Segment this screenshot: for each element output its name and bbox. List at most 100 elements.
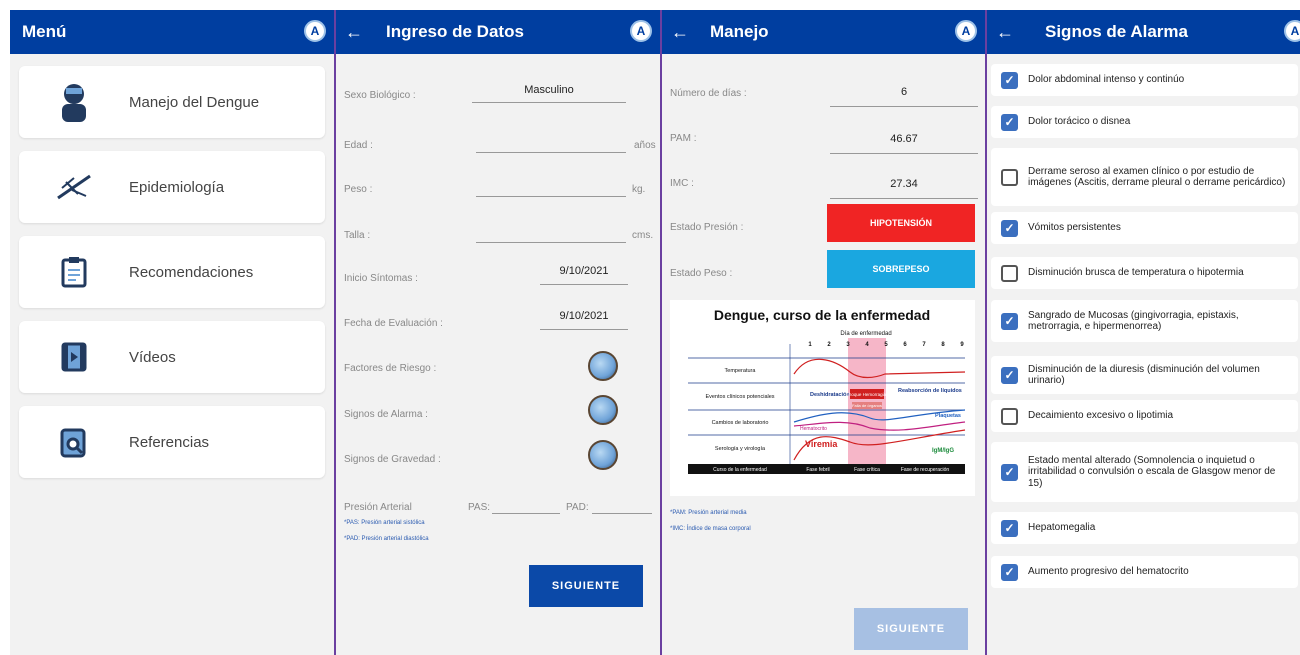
alarm-item-label: Dolor torácico o disnea <box>1028 116 1131 128</box>
edad-input[interactable] <box>476 152 626 153</box>
dengue-course-chart: Dengue, curso de la enfermedad Día de en… <box>670 300 975 496</box>
alarm-item-label: Dolor abdominal intenso y continúo <box>1028 74 1185 86</box>
alarm-item[interactable]: ✓ Sangrado de Mucosas (gingivorragia, epi… <box>991 300 1298 342</box>
checkbox[interactable]: ✓ <box>1001 312 1018 330</box>
estado-presion-label: Estado Presión : <box>670 222 744 233</box>
alarm-item[interactable]: Derrame seroso al examen clínico o por e… <box>991 148 1298 206</box>
signos-alarma-open-icon[interactable] <box>588 395 618 425</box>
siguiente-button[interactable]: SIGUIENTE <box>854 608 968 650</box>
presion-label: Presión Arterial <box>344 502 412 513</box>
peso-input[interactable] <box>476 196 626 197</box>
phase-label-critica: Fase crítica <box>854 467 880 473</box>
menu-item-label: Epidemiología <box>129 178 225 196</box>
row-label-temperatura: Temperatura <box>725 368 757 374</box>
checkbox[interactable]: ✓ <box>1001 563 1018 581</box>
dias-value: 6 <box>900 86 908 98</box>
alarm-appbar: ← Signos de Alarma A <box>987 10 1300 54</box>
day-label: 5 <box>884 342 888 348</box>
checkbox[interactable] <box>1001 264 1018 282</box>
imc-note: *IMC: Índice de masa corporal <box>670 526 751 532</box>
alarm-item[interactable]: Disminución brusca de temperatura o hipo… <box>991 257 1298 289</box>
alarm-item[interactable]: ✓ Dolor torácico o disnea <box>991 106 1298 138</box>
label-reabsorcion: Reabsorción de líquidos <box>898 388 962 394</box>
doctor-icon <box>19 82 129 122</box>
checkbox[interactable] <box>1001 407 1018 425</box>
alarm-item[interactable]: ✓ Estado mental alterado (Somnolencia o i… <box>991 442 1298 502</box>
app-logo-icon[interactable]: A <box>304 20 326 42</box>
data-entry-appbar: ← Ingreso de Datos A <box>336 10 660 54</box>
talla-row: Talla : cms. <box>344 222 654 250</box>
pam-label: PAM : <box>670 133 697 144</box>
estado-peso-badge: SOBREPESO <box>827 250 975 288</box>
menu-item-label: Recomendaciones <box>129 263 254 281</box>
checkbox[interactable]: ✓ <box>1001 113 1018 131</box>
factores-open-icon[interactable] <box>588 351 618 381</box>
fecha-date-field[interactable]: 9/10/2021 <box>540 310 628 322</box>
data-entry-screen: ← Ingreso de Datos A Sexo Biológico : Ma… <box>336 10 660 655</box>
pad-input[interactable] <box>592 513 652 514</box>
app-logo-icon[interactable]: A <box>1284 20 1300 42</box>
pam-note: *PAM: Presión arterial media <box>670 510 747 516</box>
menu-item-label: Manejo del Dengue <box>129 93 260 111</box>
menu-item-referencias[interactable]: Referencias <box>19 406 325 478</box>
label-falla: Falla de órganos <box>852 403 882 408</box>
checkbox[interactable]: ✓ <box>1001 219 1018 237</box>
alarm-item[interactable]: Decaimiento excesivo o lipotimia <box>991 400 1298 432</box>
talla-label: Talla : <box>344 230 371 241</box>
dengue-chart-svg: Dengue, curso de la enfermedad Día de en… <box>688 307 966 474</box>
alarm-item[interactable]: ✓ Hepatomegalia <box>991 512 1298 544</box>
signos-gravedad-label: Signos de Gravedad : <box>344 454 441 465</box>
chart-title: Dengue, curso de la enfermedad <box>714 307 930 323</box>
chart-days-title: Día de enfermedad <box>840 331 891 337</box>
search-book-icon <box>19 426 129 458</box>
alarm-item[interactable]: ✓ Aumento progresivo del hematocrito <box>991 556 1298 588</box>
fecha-label: Fecha de Evaluación : <box>344 318 443 329</box>
signos-gravedad-open-icon[interactable] <box>588 440 618 470</box>
presion-row: Presión Arterial PAS: PAD: <box>344 494 652 522</box>
menu-item-epidemiologia[interactable]: Epidemiología <box>19 151 325 223</box>
sexo-select[interactable]: Masculino <box>472 84 626 96</box>
siguiente-button[interactable]: SIGUIENTE <box>529 565 643 607</box>
alarm-item[interactable]: ✓ Disminución de la diuresis (disminución… <box>991 356 1298 394</box>
alarm-item-label: Estado mental alterado (Somnolencia o in… <box>1028 454 1276 489</box>
manejo-appbar: ← Manejo A <box>662 10 985 54</box>
estado-presion-badge: HIPOTENSIÓN <box>827 204 975 242</box>
menu-item-videos[interactable]: Vídeos <box>19 321 325 393</box>
row-label-serologia: Serología y virología <box>715 446 766 452</box>
label-deshidratacion: Deshidratación <box>810 392 850 398</box>
checkbox[interactable]: ✓ <box>1001 463 1018 481</box>
talla-unit: cms. <box>632 230 654 241</box>
pas-input[interactable] <box>492 513 560 514</box>
peso-label: Peso : <box>344 184 373 195</box>
alarm-signs-screen: ← Signos de Alarma A ✓ Dolor abdominal in… <box>987 10 1300 655</box>
dias-label: Número de días : <box>670 88 747 99</box>
talla-input[interactable] <box>476 242 626 243</box>
pam-underline <box>830 153 978 154</box>
app-logo-icon[interactable]: A <box>955 20 977 42</box>
app-logo-icon[interactable]: A <box>630 20 652 42</box>
inicio-date-field[interactable]: 9/10/2021 <box>540 265 628 277</box>
checkbox[interactable]: ✓ <box>1001 71 1018 89</box>
menu-item-manejo-dengue[interactable]: Manejo del Dengue <box>19 66 325 138</box>
day-label: 9 <box>960 342 964 348</box>
day-label: 7 <box>922 342 926 348</box>
alarm-item[interactable]: ✓ Dolor abdominal intenso y continúo <box>991 64 1298 96</box>
alarm-item-label: Derrame seroso al examen clínico o por e… <box>1028 165 1286 189</box>
checkbox[interactable]: ✓ <box>1001 366 1018 384</box>
checkbox[interactable]: ✓ <box>1001 519 1018 537</box>
inicio-label: Inicio Síntomas : <box>344 273 418 284</box>
menu-title: Menú <box>22 22 67 41</box>
phase-label-febril: Fase febril <box>806 467 829 473</box>
sexo-row: Sexo Biológico : Masculino <box>344 82 652 110</box>
alarm-title: Signos de Alarma <box>1045 22 1188 41</box>
back-arrow-icon[interactable]: ← <box>987 22 1023 43</box>
imc-row: IMC : 27.34 <box>670 170 978 199</box>
back-arrow-icon[interactable]: ← <box>336 22 372 43</box>
pas-note: *PAS: Presión arterial sistólica <box>344 520 425 526</box>
alarm-item[interactable]: ✓ Vómitos persistentes <box>991 212 1298 244</box>
menu-item-recomendaciones[interactable]: Recomendaciones <box>19 236 325 308</box>
menu-appbar: Menú A <box>10 10 334 54</box>
back-arrow-icon[interactable]: ← <box>662 22 698 43</box>
checkbox[interactable] <box>1001 168 1018 186</box>
inicio-row: Inicio Síntomas : 9/10/2021 <box>344 265 652 293</box>
